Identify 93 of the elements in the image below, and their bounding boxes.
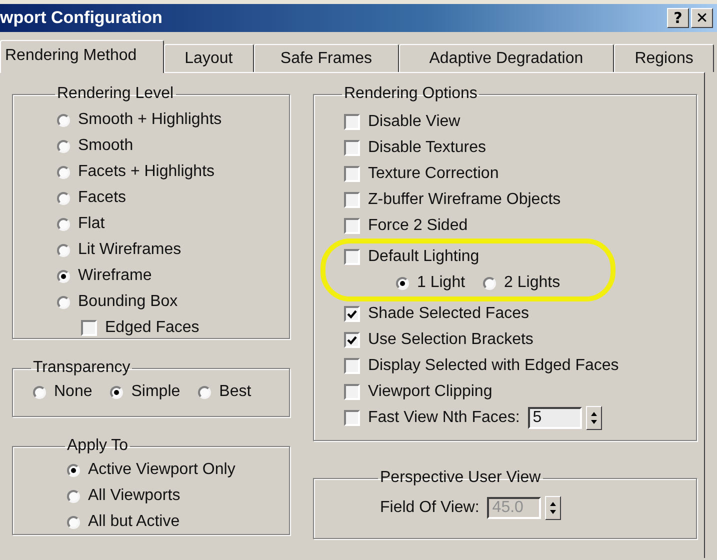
tab[interactable]: Layout xyxy=(164,44,254,72)
radio-button[interactable] xyxy=(483,276,496,290)
tab[interactable]: Safe Frames xyxy=(254,44,399,72)
checkbox[interactable] xyxy=(344,114,360,130)
radio-label: Bounding Box xyxy=(78,293,178,311)
spinner-button[interactable] xyxy=(586,406,602,430)
radio-option[interactable]: Smooth xyxy=(57,133,289,159)
tab[interactable]: Rendering Method xyxy=(0,40,164,73)
checkmark-icon xyxy=(347,336,357,344)
radio-label: All but Active xyxy=(88,513,180,531)
help-button[interactable]: ? xyxy=(667,8,689,28)
checkbox[interactable] xyxy=(344,249,360,265)
number-field[interactable]: 5 xyxy=(528,407,582,429)
radio-option[interactable]: Flat xyxy=(57,211,289,237)
radio-button[interactable] xyxy=(33,386,46,398)
checkmark-icon xyxy=(347,310,357,318)
group-title: Rendering Options xyxy=(343,85,478,103)
radio-button[interactable] xyxy=(57,192,70,204)
checkbox-label: Disable View xyxy=(368,113,460,131)
checkbox-label: Disable Textures xyxy=(368,139,486,157)
tab[interactable]: Adaptive Degradation xyxy=(398,44,614,72)
checkbox-label: Display Selected with Edged Faces xyxy=(368,357,619,375)
radio-option[interactable]: Active Viewport Only xyxy=(67,457,289,483)
checkbox[interactable] xyxy=(344,192,360,208)
radio-button[interactable] xyxy=(67,464,80,476)
radio-option[interactable]: Best xyxy=(198,379,252,405)
checkbox-label: Shade Selected Faces xyxy=(368,305,529,323)
tab[interactable]: Regions xyxy=(614,44,714,72)
group-title: Transparency xyxy=(32,359,132,377)
radio-button[interactable] xyxy=(57,244,70,256)
group-title: Rendering Level xyxy=(56,85,175,103)
checkbox-label: Edged Faces xyxy=(105,319,200,337)
radio-button[interactable] xyxy=(57,270,70,282)
radio-button[interactable] xyxy=(57,114,70,126)
radio-label: Lit Wireframes xyxy=(78,241,182,259)
checkbox[interactable] xyxy=(344,306,360,322)
checkbox[interactable] xyxy=(344,332,360,348)
checkbox-label: Viewport Clipping xyxy=(368,383,492,401)
spinner-button[interactable] xyxy=(545,496,562,520)
radio-option[interactable]: All but Active xyxy=(67,509,289,535)
group-title: Apply To xyxy=(66,437,130,455)
checkbox[interactable] xyxy=(344,166,360,182)
up-down-arrows-icon xyxy=(590,411,598,425)
radio-button[interactable] xyxy=(57,140,70,152)
radio-option[interactable]: All Viewports xyxy=(67,483,289,509)
window-title: wport Configuration xyxy=(0,8,162,28)
radio-label: Active Viewport Only xyxy=(88,461,236,479)
radio-option[interactable]: Smooth + Highlights xyxy=(57,107,289,133)
checkbox-label: Fast View Nth Faces: xyxy=(368,409,520,427)
close-button[interactable]: ✕ xyxy=(691,8,713,28)
radio-label: 2 Lights xyxy=(504,274,560,292)
checkbox[interactable] xyxy=(81,320,97,336)
checkbox-label: Z-buffer Wireframe Objects xyxy=(368,191,561,209)
radio-button[interactable] xyxy=(57,166,70,178)
checkbox-label: Texture Correction xyxy=(368,165,499,183)
radio-label: 1 Light xyxy=(417,274,466,292)
radio-label: Flat xyxy=(78,215,105,233)
radio-button[interactable] xyxy=(57,296,70,308)
checkbox[interactable] xyxy=(344,384,360,400)
checkbox[interactable] xyxy=(344,358,360,374)
radio-label: Wireframe xyxy=(78,267,152,285)
radio-label: None xyxy=(54,383,92,401)
radio-button[interactable] xyxy=(67,490,80,502)
radio-option[interactable]: 1 Light xyxy=(396,270,466,296)
radio-label: Smooth xyxy=(78,137,134,155)
radio-option[interactable]: 2 Lights xyxy=(483,270,560,296)
radio-option[interactable]: Simple xyxy=(110,379,180,405)
field-label: Field Of View: xyxy=(380,499,480,517)
radio-button[interactable] xyxy=(396,276,409,290)
radio-option[interactable]: Facets xyxy=(57,185,289,211)
checkbox[interactable] xyxy=(344,218,360,234)
checkbox-label: Default Lighting xyxy=(368,248,480,266)
checkbox[interactable] xyxy=(344,410,360,426)
group-title: Perspective User View xyxy=(379,469,542,487)
radio-button[interactable] xyxy=(57,218,70,230)
radio-label: Simple xyxy=(131,383,180,401)
radio-label: Smooth + Highlights xyxy=(78,111,222,129)
up-down-arrows-icon xyxy=(549,501,558,515)
radio-label: Best xyxy=(219,383,252,401)
radio-option[interactable]: None xyxy=(33,379,92,405)
radio-option[interactable]: Wireframe xyxy=(57,263,289,289)
radio-button[interactable] xyxy=(198,386,212,398)
checkbox[interactable] xyxy=(344,140,360,156)
radio-option[interactable]: Facets + Highlights xyxy=(57,159,289,185)
radio-button[interactable] xyxy=(67,516,80,528)
radio-option[interactable]: Bounding Box xyxy=(57,289,289,315)
radio-label: Facets xyxy=(78,189,126,207)
radio-label: All Viewports xyxy=(88,487,180,505)
checkbox-label: Use Selection Brackets xyxy=(368,331,534,349)
radio-button[interactable] xyxy=(110,386,124,398)
radio-label: Facets + Highlights xyxy=(78,163,215,181)
checkbox-label: Force 2 Sided xyxy=(368,217,468,235)
radio-option[interactable]: Lit Wireframes xyxy=(57,237,289,263)
